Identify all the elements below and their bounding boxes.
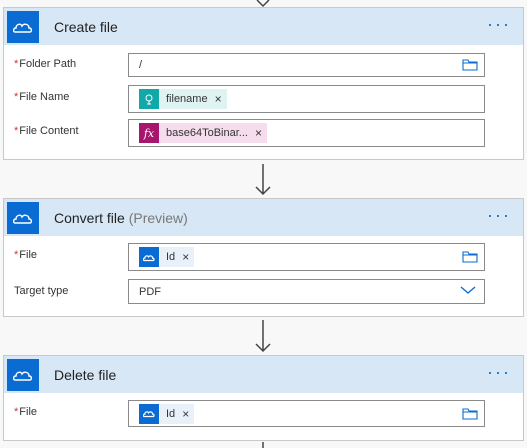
target-type-dropdown[interactable]: PDF	[128, 279, 485, 304]
remove-token-icon[interactable]: ×	[215, 92, 222, 106]
remove-token-icon[interactable]: ×	[182, 407, 189, 421]
folder-picker-icon[interactable]	[462, 250, 478, 264]
convert-file-card: Convert file (Preview) ··· *File Id × Ta…	[3, 198, 524, 317]
target-type-label: Target type	[14, 285, 69, 297]
more-options-icon[interactable]: ···	[487, 363, 511, 381]
remove-token-icon[interactable]: ×	[182, 250, 189, 264]
filename-token[interactable]: filename ×	[139, 89, 227, 109]
onedrive-token-icon	[139, 247, 159, 267]
onedrive-token-icon	[139, 403, 159, 424]
fx-icon: fx	[139, 123, 159, 143]
create-file-card: Create file ··· *Folder Path / *File Nam…	[3, 7, 524, 160]
card-title: Create file	[54, 18, 118, 35]
id-token[interactable]: Id ×	[139, 403, 195, 424]
file-content-label: *File Content	[14, 125, 79, 137]
card-title: Delete file	[54, 366, 117, 383]
folder-path-input[interactable]: /	[128, 53, 485, 77]
file-name-label: *File Name	[14, 91, 70, 103]
file-label: *File	[14, 406, 38, 418]
trigger-token-icon	[139, 89, 159, 109]
onedrive-cloud-icon	[7, 358, 39, 391]
file-content-input[interactable]: fx base64ToBinar... ×	[128, 119, 485, 147]
card-header[interactable]: Delete file ···	[4, 356, 523, 393]
expression-token[interactable]: fx base64ToBinar... ×	[139, 123, 267, 143]
file-input[interactable]: Id ×	[128, 243, 485, 271]
more-options-icon[interactable]: ···	[487, 15, 511, 33]
file-label: *File	[14, 249, 38, 261]
more-options-icon[interactable]: ···	[487, 206, 511, 224]
card-header[interactable]: Convert file (Preview) ···	[4, 199, 523, 236]
file-input[interactable]: Id ×	[128, 400, 485, 427]
onedrive-cloud-icon	[7, 201, 39, 234]
file-name-input[interactable]: filename ×	[128, 85, 485, 113]
card-header[interactable]: Create file ···	[4, 8, 523, 45]
connector-arrow-icon	[255, 320, 271, 353]
folder-path-label: *Folder Path	[14, 58, 77, 70]
folder-picker-icon[interactable]	[462, 58, 478, 72]
folder-picker-icon[interactable]	[462, 407, 478, 421]
remove-token-icon[interactable]: ×	[255, 126, 262, 140]
connector-arrow-icon	[255, 164, 271, 196]
delete-file-card: Delete file ··· *File Id ×	[3, 355, 524, 441]
chevron-down-icon[interactable]	[460, 285, 476, 295]
onedrive-cloud-icon	[7, 10, 39, 43]
id-token[interactable]: Id ×	[139, 247, 195, 267]
connector-arrow-icon	[262, 442, 264, 448]
card-title: Convert file (Preview)	[54, 209, 188, 226]
